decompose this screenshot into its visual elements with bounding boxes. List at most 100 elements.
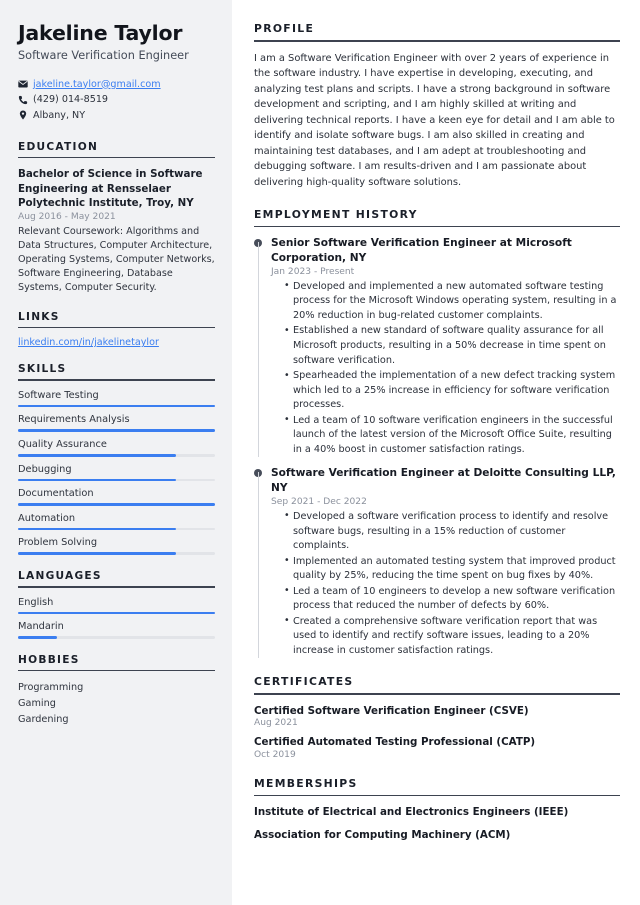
section-education: EDUCATION Bachelor of Science in Softwar… xyxy=(18,141,215,296)
rating-track xyxy=(18,552,215,555)
rating-label: Requirements Analysis xyxy=(18,414,130,426)
rating-row: Automation xyxy=(18,513,215,531)
rating-track xyxy=(18,611,215,615)
memberships-list: Institute of Electrical and Electronics … xyxy=(254,805,620,842)
education-degree: Bachelor of Science in Software Engineer… xyxy=(18,168,203,210)
contact-value[interactable]: jakeline.taylor@gmail.com xyxy=(33,79,161,90)
membership-name: Institute of Electrical and Electronics … xyxy=(254,806,569,819)
hobby-item: Programming xyxy=(18,682,84,694)
education-description: Relevant Coursework: Algorithms and Data… xyxy=(18,226,215,294)
job-bullet: Established a new standard of software q… xyxy=(284,324,620,368)
hobbies-heading: HOBBIES xyxy=(18,653,80,666)
certificates-rule xyxy=(254,693,620,696)
section-skills: SKILLS Software Testing Requirements Ana… xyxy=(18,363,215,555)
hobby-item: Gaming xyxy=(18,698,56,709)
rating-row: Software Testing xyxy=(18,390,215,408)
main-content: PROFILE I am a Software Verification Eng… xyxy=(232,0,640,905)
contact-row: (429) 014-8519 xyxy=(18,94,215,105)
link-item[interactable]: linkedin.com/in/jakelinetaylor xyxy=(18,337,215,348)
candidate-name: Jakeline Taylor xyxy=(18,21,183,45)
contact-value: Albany, NY xyxy=(33,109,86,121)
rating-row: Documentation xyxy=(18,488,215,506)
section-languages: LANGUAGES English Mandarin xyxy=(18,570,215,639)
hobbies-rule xyxy=(18,669,215,672)
envelope-icon xyxy=(18,79,33,89)
rating-track xyxy=(18,527,215,531)
job-bullet: Created a comprehensive software verific… xyxy=(284,614,620,659)
job-bullet: Developed a software verification proces… xyxy=(284,509,620,554)
contact-value: (429) 014-8519 xyxy=(33,94,109,106)
section-employment: EMPLOYMENT HISTORY Senior Software Verif… xyxy=(254,208,620,659)
rating-row: Mandarin xyxy=(18,621,215,639)
rating-label: Documentation xyxy=(18,488,94,500)
rating-label: Debugging xyxy=(18,463,72,475)
rating-fill xyxy=(18,611,215,615)
skills-rule xyxy=(18,379,215,381)
rating-track xyxy=(18,478,215,482)
job-bullet: Led a team of 10 engineers to develop a … xyxy=(284,584,620,614)
rating-track xyxy=(18,636,215,639)
resume-page: Jakeline Taylor Software Verification En… xyxy=(0,0,640,905)
section-memberships: MEMBERSHIPS Institute of Electrical and … xyxy=(254,777,620,842)
rating-row: Debugging xyxy=(18,464,215,482)
job-date: Jan 2023 - Present xyxy=(271,266,355,277)
section-certificates: CERTIFICATES Certified Software Verifica… xyxy=(254,675,620,760)
sidebar: Jakeline Taylor Software Verification En… xyxy=(0,0,232,905)
rating-row: English xyxy=(18,597,215,615)
certificate-date: Aug 2021 xyxy=(254,718,298,729)
rating-label: Software Testing xyxy=(18,389,99,401)
job-bullets: Developed a software verification proces… xyxy=(271,509,620,659)
certificate-name: Certified Automated Testing Professional… xyxy=(254,736,536,749)
skills-heading: SKILLS xyxy=(18,363,67,376)
rating-fill xyxy=(18,478,176,482)
certificate-date: Oct 2019 xyxy=(254,749,296,760)
rating-fill xyxy=(18,552,176,555)
map-pin-icon xyxy=(18,110,33,120)
phone-icon xyxy=(18,95,33,105)
rating-label: English xyxy=(18,596,54,608)
rating-fill xyxy=(18,527,176,531)
certificate-entry: Certified Software Verification Engineer… xyxy=(254,704,620,728)
rating-fill xyxy=(18,429,215,432)
rating-track xyxy=(18,429,215,432)
rating-track xyxy=(18,453,215,457)
certificate-entry: Certified Automated Testing Professional… xyxy=(254,735,620,759)
section-links: LINKS linkedin.com/in/jakelinetaylor xyxy=(18,310,215,348)
rating-label: Mandarin xyxy=(18,621,64,633)
rating-label: Quality Assurance xyxy=(18,438,107,450)
languages-heading: LANGUAGES xyxy=(18,569,102,582)
timeline-line xyxy=(257,242,259,458)
rating-fill xyxy=(18,636,58,639)
links-heading: LINKS xyxy=(18,310,60,323)
job-title: Software Verification Engineer at Deloit… xyxy=(271,467,616,495)
rating-fill xyxy=(18,453,176,457)
employment-rule xyxy=(254,225,620,228)
memberships-rule xyxy=(254,794,620,797)
rating-track xyxy=(18,503,215,506)
profile-text: I am a Software Verification Engineer wi… xyxy=(254,52,615,188)
profile-heading: PROFILE xyxy=(254,22,315,35)
certificates-heading: CERTIFICATES xyxy=(254,675,354,689)
rating-track xyxy=(18,404,215,408)
job-bullet: Implemented an automated testing system … xyxy=(284,554,620,584)
rating-row: Problem Solving xyxy=(18,537,215,555)
certificates-list: Certified Software Verification Engineer… xyxy=(254,704,620,760)
profile-rule xyxy=(254,40,620,42)
contact-row[interactable]: jakeline.taylor@gmail.com xyxy=(18,79,215,90)
section-hobbies: HOBBIES Programming Gaming Gardening xyxy=(18,654,215,728)
skills-list: Software Testing Requirements Analysis Q… xyxy=(18,390,215,555)
hobbies-list: Programming Gaming Gardening xyxy=(18,680,215,727)
links-rule xyxy=(18,326,215,329)
candidate-job-title: Software Verification Engineer xyxy=(18,48,189,62)
rating-row: Quality Assurance xyxy=(18,439,215,457)
timeline-line xyxy=(257,472,259,659)
job-entry: Software Verification Engineer at Deloit… xyxy=(254,466,620,659)
job-bullet: Spearheaded the implementation of a new … xyxy=(284,369,620,413)
membership-name: Association for Computing Machinery (ACM… xyxy=(254,828,511,841)
rating-label: Problem Solving xyxy=(18,537,98,549)
job-bullet: Developed and implemented a new automate… xyxy=(284,279,620,324)
job-entry: Senior Software Verification Engineer at… xyxy=(254,236,620,458)
memberships-heading: MEMBERSHIPS xyxy=(254,776,358,790)
languages-rule xyxy=(18,585,215,588)
education-heading: EDUCATION xyxy=(18,140,99,153)
